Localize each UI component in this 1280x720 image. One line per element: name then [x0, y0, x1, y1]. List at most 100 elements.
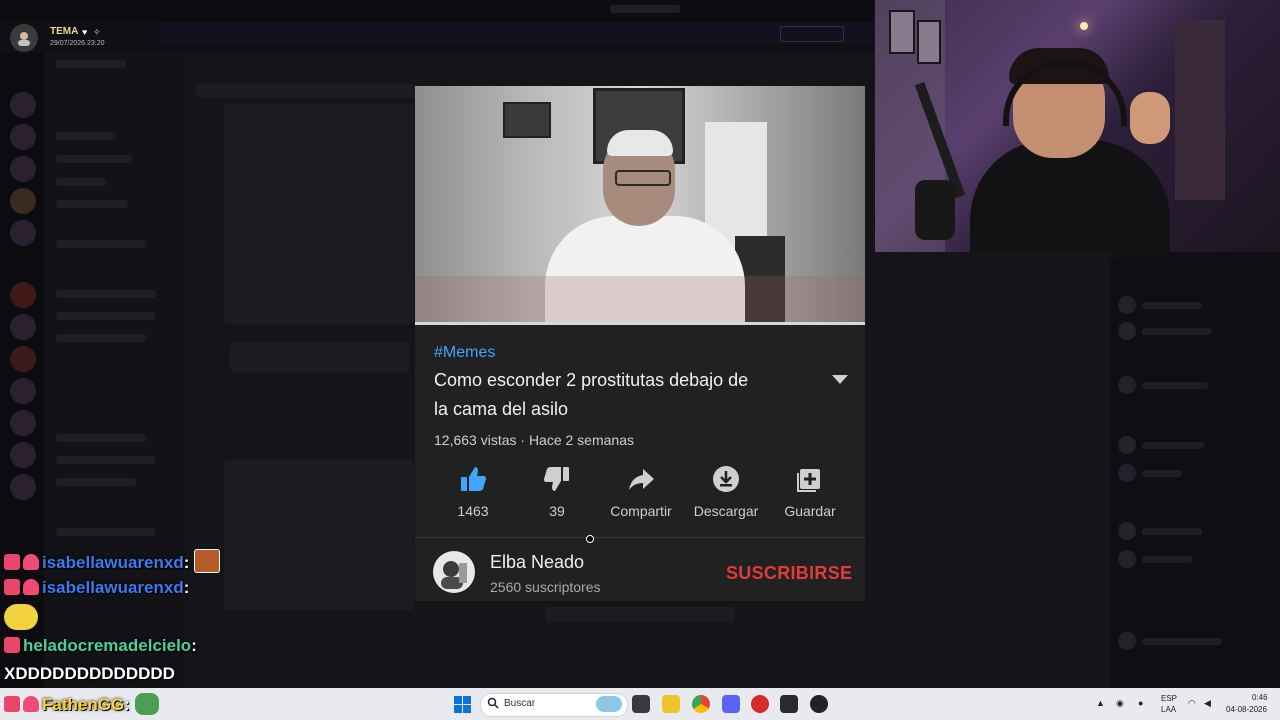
background-window-title	[610, 5, 680, 13]
background-channel-line	[56, 334, 146, 342]
background-server-icon	[10, 156, 36, 182]
chat-message: heladocremadelcielo:	[4, 636, 197, 656]
background-channel-line	[56, 434, 146, 442]
background-server-icon	[10, 474, 36, 500]
laughing-emote-icon	[4, 604, 38, 630]
video-title-line2: la cama del asilo	[434, 399, 569, 419]
background-channel-line	[56, 178, 106, 186]
search-icon	[487, 697, 499, 709]
channel-avatar-icon	[434, 552, 474, 592]
video-progress-bar[interactable]	[415, 322, 865, 325]
language-indicator-line2[interactable]: LAA	[1161, 705, 1176, 714]
chat-username[interactable]: isabellawuarenxd	[42, 553, 184, 572]
share-button[interactable]: Compartir	[599, 464, 683, 519]
background-server-icon	[10, 442, 36, 468]
dislike-button[interactable]: 39	[515, 464, 599, 519]
background-server-icon	[10, 410, 36, 436]
sparkle-emoji-icon: ✧	[93, 27, 101, 37]
save-label: Guardar	[784, 503, 836, 519]
app-dark-icon[interactable]	[780, 695, 798, 713]
video-scene-glasses	[615, 170, 671, 186]
background-channel-line	[56, 132, 116, 140]
background-member-avatar	[1118, 550, 1136, 568]
background-server-icon	[10, 92, 36, 118]
notification-title: TEMA	[50, 26, 79, 37]
background-channel-line	[56, 240, 146, 248]
save-button[interactable]: Guardar	[768, 464, 852, 519]
background-block	[196, 84, 416, 98]
background-member-line	[1142, 638, 1222, 645]
chrome-icon[interactable]	[692, 695, 710, 713]
microphone-icon	[915, 180, 955, 240]
sub-badge-icon	[4, 554, 20, 570]
thumbs-down-icon	[544, 467, 569, 491]
background-server-icon	[10, 282, 36, 308]
chat-username[interactable]: isabellawuarenxd	[42, 578, 184, 597]
video-title-line1: Como esconder 2 prostitutas debajo de	[434, 370, 749, 390]
wifi-icon[interactable]: ◠	[1188, 698, 1196, 709]
video-scene-frame	[503, 102, 551, 138]
chat-message: FathenGG:	[4, 693, 159, 715]
download-button[interactable]: Descargar	[684, 464, 768, 519]
tray-app-icon[interactable]: ◉	[1116, 698, 1124, 709]
background-announcement-banner	[160, 22, 875, 44]
chat-username[interactable]: heladocremadelcielo	[23, 636, 191, 655]
app-red-icon[interactable]	[751, 695, 769, 713]
obs-icon[interactable]	[810, 695, 828, 713]
save-playlist-icon	[797, 469, 820, 492]
background-server-icon	[10, 378, 36, 404]
background-member-avatar	[1118, 632, 1136, 650]
background-member-line	[1142, 442, 1204, 449]
language-indicator-line1[interactable]: ESP	[1161, 694, 1177, 703]
emote-icon	[194, 549, 221, 573]
mouse-cursor-icon	[586, 535, 594, 543]
chat-colon: :	[124, 695, 130, 714]
show-hidden-icons-chevron-icon[interactable]: ▲	[1096, 698, 1105, 708]
webcam-doorway	[1175, 20, 1225, 200]
chat-colon: :	[183, 553, 190, 572]
like-button[interactable]: 1463	[431, 464, 515, 519]
notification-timestamp: 29/07/2026 23:20	[50, 40, 105, 47]
background-member-line	[1142, 328, 1212, 335]
task-view-icon[interactable]	[632, 695, 650, 713]
background-member-avatar	[1118, 376, 1136, 394]
chat-message: isabellawuarenxd:	[4, 549, 221, 573]
channel-avatar[interactable]	[433, 551, 475, 593]
background-member-line	[1142, 382, 1208, 389]
background-banner-button	[780, 26, 844, 42]
channel-divider	[415, 537, 865, 538]
taskbar-search-placeholder: Buscar	[504, 698, 536, 709]
background-block	[545, 606, 735, 622]
heart-emoji-icon: ♥	[82, 27, 88, 37]
webcam-picture-frame	[917, 20, 941, 64]
background-member-line	[1142, 302, 1202, 309]
chat-message: isabellawuarenxd:	[4, 578, 189, 598]
search-highlight-icon	[596, 696, 622, 712]
background-block	[230, 342, 410, 372]
channel-name[interactable]: Elba Neado	[490, 552, 584, 573]
video-player[interactable]	[415, 86, 865, 324]
chat-username[interactable]: FathenGG	[42, 695, 124, 714]
user-avatar-icon	[18, 32, 30, 46]
speaker-icon[interactable]: ◀	[1204, 698, 1211, 709]
background-member-line	[1142, 556, 1192, 563]
chat-message-text: XDDDDDDDDDDDDD	[4, 664, 175, 683]
discord-icon[interactable]	[722, 695, 740, 713]
clock-date[interactable]: 04-08-2026	[1226, 705, 1267, 714]
like-count: 1463	[457, 503, 489, 519]
video-hashtag-link[interactable]: #Memes	[434, 344, 495, 362]
subscribe-button[interactable]: SUSCRIBIRSE	[726, 563, 852, 584]
heart-badge-icon	[23, 579, 39, 595]
file-explorer-icon[interactable]	[662, 695, 680, 713]
background-member-line	[1142, 470, 1182, 477]
video-meta: 12,663 vistas · Hace 2 semanas	[434, 432, 634, 448]
notification-avatar	[10, 24, 38, 52]
background-channel-line	[56, 290, 156, 298]
background-channel-line	[56, 60, 126, 68]
expand-description-icon[interactable]	[832, 375, 848, 384]
clock-time[interactable]: 0:46	[1252, 693, 1268, 702]
background-channel-line	[56, 478, 136, 486]
windows-start-icon[interactable]	[454, 696, 471, 713]
microphone-tray-icon[interactable]: ●	[1138, 698, 1143, 708]
background-title-bar	[0, 0, 875, 22]
